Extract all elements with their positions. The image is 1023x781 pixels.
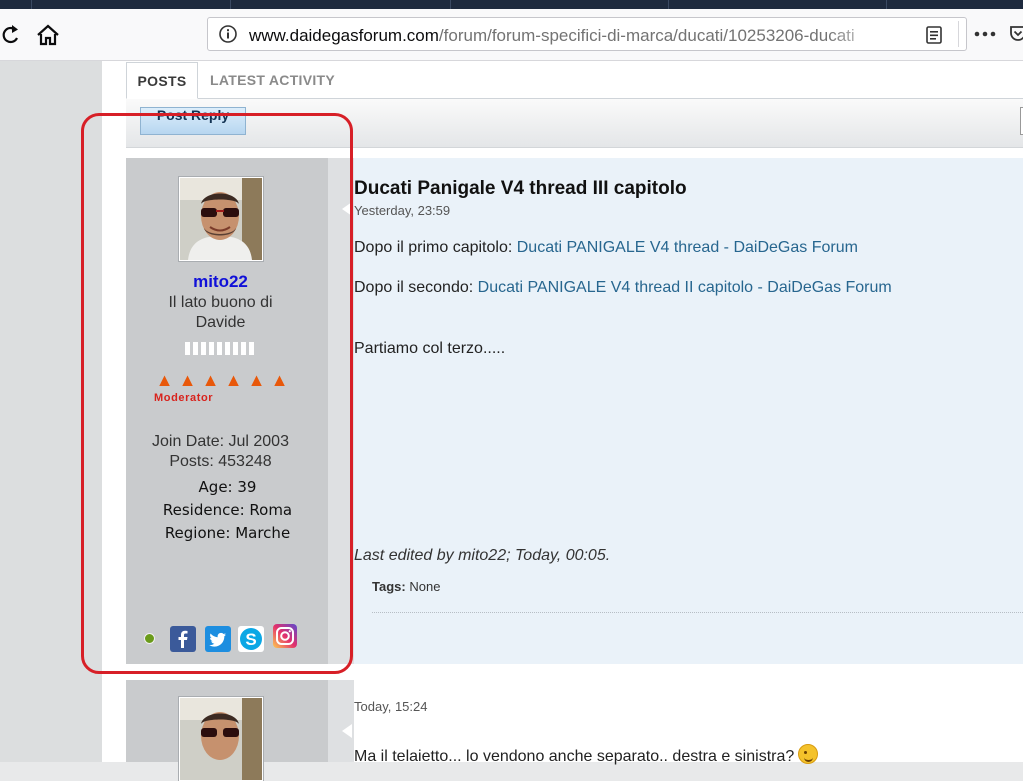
reader-view-icon[interactable]: [924, 25, 944, 45]
user-stats: Join Date: Jul 2003 Posts: 453248: [126, 432, 315, 472]
social-links: S: [144, 624, 304, 652]
tab-separator: [450, 0, 451, 9]
tags-value: None: [409, 579, 441, 594]
flame-icon: ▲: [247, 370, 266, 390]
tab-latest-activity[interactable]: LATEST ACTIVITY: [210, 62, 335, 98]
tab-separator: [230, 0, 231, 9]
thread-link[interactable]: Ducati PANIGALE V4 thread II capitolo - …: [478, 279, 892, 296]
info-icon[interactable]: [218, 24, 238, 44]
user-age: Age: 39: [198, 478, 257, 496]
address-bar[interactable]: www.daidegasforum.com/forum/forum-specif…: [207, 17, 967, 51]
tags-label: Tags:: [372, 579, 406, 594]
post-arrow: [328, 680, 354, 762]
reputation-pip: [249, 342, 254, 355]
post: Today, 15:24 Ma il telaietto... lo vendo…: [126, 680, 1023, 781]
username[interactable]: mito22: [126, 272, 315, 292]
facebook-icon[interactable]: [170, 626, 196, 652]
twitter-icon[interactable]: [205, 626, 231, 652]
svg-text:S: S: [245, 630, 256, 649]
page-side-background: [0, 61, 102, 762]
flame-icon: ▲: [155, 370, 174, 390]
tags-divider: [372, 612, 1023, 613]
post-body: Today, 15:24 Ma il telaietto... lo vendo…: [354, 680, 1023, 765]
avatar-image: [180, 698, 262, 780]
reload-icon[interactable]: [0, 23, 24, 47]
post-text: Dopo il primo capitolo:: [354, 239, 517, 256]
page-actions-icon[interactable]: [973, 26, 997, 42]
instagram-icon[interactable]: [273, 624, 297, 648]
skype-icon[interactable]: S: [238, 626, 264, 652]
reputation-pip: [185, 342, 190, 355]
home-icon[interactable]: [35, 22, 61, 48]
flame-icon: ▲: [201, 370, 220, 390]
rank-label: Moderator: [154, 392, 214, 404]
post-body: Ducati Panigale V4 thread III capitolo Y…: [354, 158, 1023, 664]
user-info-panel: mito22 Il lato buono di Davide ▲ ▲ ▲ ▲ ▲ ▲ Mo…: [126, 158, 328, 664]
url-path: /forum/forum-specifici-di-marca/ducati/1…: [438, 26, 855, 45]
browser-navbar: www.daidegasforum.com/forum/forum-specif…: [0, 9, 1023, 61]
post-text-line: Ma il telaietto... lo vendono anche sepa…: [354, 744, 819, 766]
tab-separator: [668, 0, 669, 9]
join-date: Join Date: Jul 2003: [152, 433, 289, 450]
reputation-pip: [217, 342, 222, 355]
flame-icon: ▲: [224, 370, 243, 390]
post-text: Ma il telaietto... lo vendono anche sepa…: [354, 748, 795, 765]
avatar[interactable]: [178, 696, 264, 781]
user-title: Il lato buono di Davide: [126, 293, 315, 333]
reputation-pip: [201, 342, 206, 355]
wink-emoji-icon: [798, 744, 819, 764]
post-date: Today, 15:24: [354, 699, 428, 714]
post-arrow: [328, 158, 354, 664]
reputation-pip: [241, 342, 246, 355]
post-title: Ducati Panigale V4 thread III capitolo: [354, 178, 687, 199]
tab-separator: [31, 0, 32, 9]
post-text: Dopo il secondo:: [354, 279, 478, 296]
post-tags: Tags: None: [372, 579, 440, 594]
pocket-icon[interactable]: [1010, 24, 1023, 44]
rank-flames: ▲ ▲ ▲ ▲ ▲ ▲: [153, 368, 293, 392]
thread-toolbar: Post Reply: [126, 99, 1023, 148]
user-residence: Residence: Roma: [162, 501, 293, 519]
post-count: Posts: 453248: [169, 453, 272, 470]
post-text-line: Partiamo col terzo.....: [354, 340, 506, 357]
url-text[interactable]: www.daidegasforum.com/forum/forum-specif…: [249, 26, 884, 46]
reputation-pip: [193, 342, 198, 355]
user-info-panel: [126, 680, 328, 781]
url-domain: www.daidegasforum.com: [249, 26, 439, 45]
thread-tabs: POSTS LATEST ACTIVITY: [126, 62, 1023, 99]
avatar-image: [180, 178, 262, 260]
toolbar-separator: [958, 21, 959, 47]
user-profile-fields: Age: 39 Residence: Roma Regione: Marche: [126, 476, 329, 545]
flame-icon: ▲: [178, 370, 197, 390]
reputation-pip: [225, 342, 230, 355]
reputation-pip: [233, 342, 238, 355]
post-text-line: Dopo il secondo: Ducati PANIGALE V4 thre…: [354, 279, 892, 297]
user-regione: Regione: Marche: [164, 524, 291, 542]
reputation-bar: [185, 342, 257, 355]
flame-icon: ▲: [270, 370, 289, 390]
post-date: Yesterday, 23:59: [354, 203, 451, 218]
avatar[interactable]: [178, 176, 264, 262]
browser-tab-strip: [0, 0, 1023, 9]
user-title-line: Davide: [195, 314, 246, 331]
thread-link[interactable]: Ducati PANIGALE V4 thread - DaiDeGas For…: [517, 239, 858, 256]
post: mito22 Il lato buono di Davide ▲ ▲ ▲ ▲ ▲ ▲ Mo…: [126, 158, 1023, 664]
online-status-icon: [144, 633, 155, 644]
post-reply-button[interactable]: Post Reply: [140, 107, 246, 135]
user-title-line: Il lato buono di: [168, 294, 273, 311]
url-fade: [828, 22, 888, 46]
post-text-line: Dopo il primo capitolo: Ducati PANIGALE …: [354, 239, 858, 257]
reputation-pip: [209, 342, 214, 355]
tab-posts[interactable]: POSTS: [126, 62, 198, 99]
tab-separator: [886, 0, 887, 9]
last-edited-note: Last edited by mito22; Today, 00:05.: [354, 547, 611, 564]
